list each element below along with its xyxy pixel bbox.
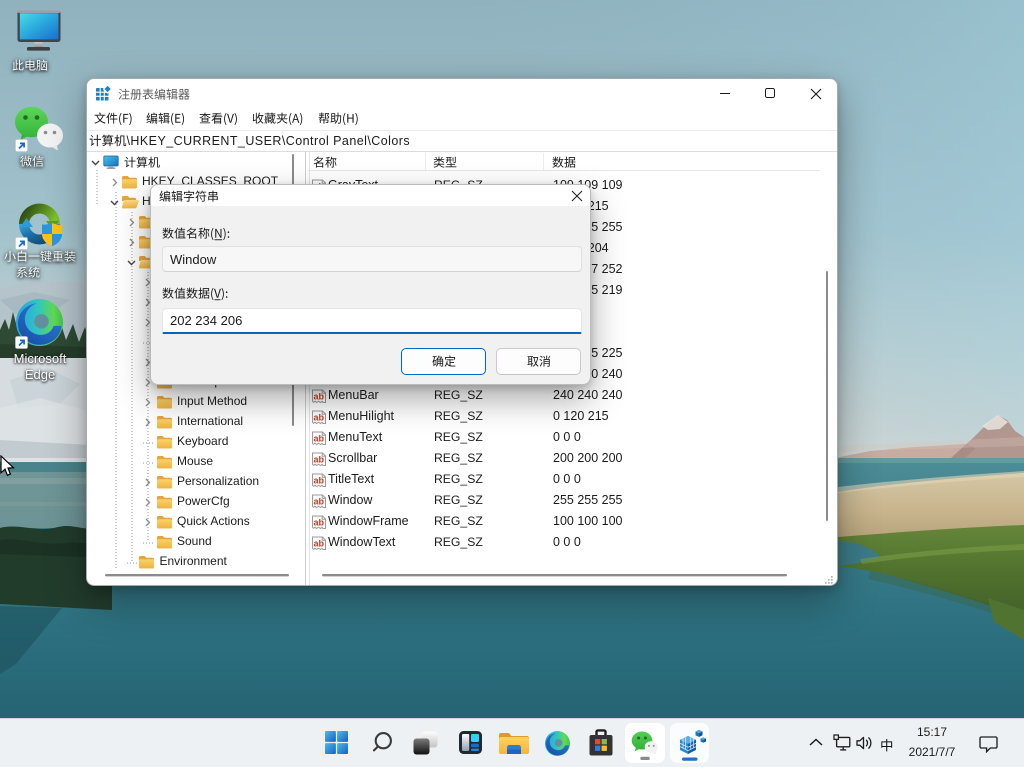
svg-text:ab: ab — [314, 412, 325, 422]
svg-text:ab: ab — [314, 454, 325, 464]
svg-text:ab: ab — [314, 475, 325, 485]
svg-text:ab: ab — [314, 391, 325, 401]
svg-text:ab: ab — [314, 433, 325, 443]
svg-text:ab: ab — [314, 517, 325, 527]
svg-text:ab: ab — [314, 538, 325, 548]
svg-text:ab: ab — [314, 496, 325, 506]
